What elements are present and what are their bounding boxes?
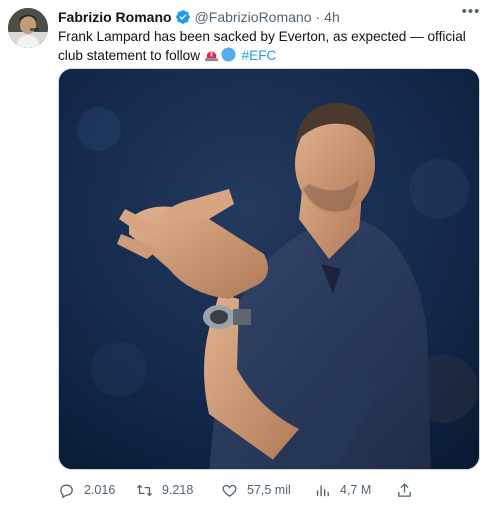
tweet-text: Frank Lampard has been sacked by Everton… bbox=[58, 27, 478, 65]
timestamp[interactable]: 4h bbox=[324, 9, 340, 25]
verified-badge-icon bbox=[175, 9, 191, 25]
retweet-count: 9.218 bbox=[162, 483, 194, 497]
siren-emoji bbox=[204, 47, 219, 62]
views-count: 4,7 M bbox=[340, 483, 372, 497]
like-count: 57,5 mil bbox=[247, 483, 291, 497]
share-button[interactable] bbox=[396, 480, 422, 500]
heart-icon bbox=[222, 484, 237, 497]
views-button[interactable]: 4,7 M bbox=[314, 480, 371, 500]
tweet[interactable]: Fabrizio Romano @FabrizioRomano · 4h •••… bbox=[0, 0, 490, 505]
tweet-photo[interactable] bbox=[58, 68, 480, 470]
like-button[interactable]: 57,5 mil bbox=[221, 480, 291, 500]
reply-count: 2.016 bbox=[84, 483, 116, 497]
reply-button[interactable]: 2.016 bbox=[58, 480, 115, 500]
retweet-button[interactable]: 9.218 bbox=[136, 480, 193, 500]
share-icon bbox=[398, 482, 411, 497]
blue-circle-emoji bbox=[221, 47, 236, 62]
avatar[interactable] bbox=[8, 8, 48, 48]
tweet-header: Fabrizio Romano @FabrizioRomano · 4h bbox=[58, 7, 480, 27]
views-icon bbox=[316, 485, 329, 496]
more-options-icon[interactable]: ••• bbox=[460, 4, 482, 26]
hashtag-link[interactable]: #EFC bbox=[242, 48, 277, 63]
action-bar: 2.016 9.218 57,5 mil 4,7 M bbox=[58, 480, 478, 500]
retweet-icon bbox=[136, 484, 153, 496]
author-handle[interactable]: @FabrizioRomano bbox=[195, 9, 312, 25]
separator-dot: · bbox=[315, 9, 321, 25]
author-name[interactable]: Fabrizio Romano bbox=[58, 9, 172, 25]
reply-icon bbox=[60, 484, 73, 498]
